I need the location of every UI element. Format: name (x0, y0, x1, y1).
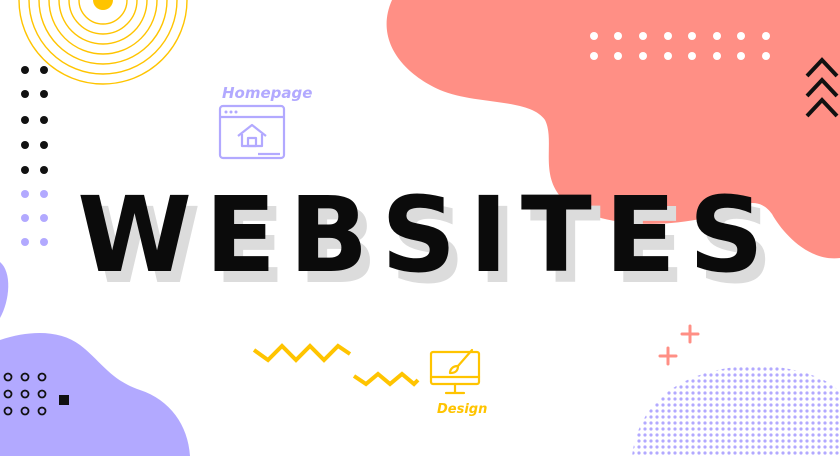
homepage-browser-icon (218, 104, 286, 160)
white-dot-grid (590, 32, 770, 60)
design-monitor-icon (429, 348, 481, 395)
plus-icons (658, 324, 700, 366)
banner-canvas: Homepage WEBSITES Design (0, 0, 840, 456)
headline: WEBSITES (77, 174, 777, 296)
ring-grid (3, 372, 69, 416)
yellow-zigzags (252, 343, 420, 387)
homepage-label: Homepage (222, 84, 313, 102)
design-label: Design (437, 402, 488, 417)
chevrons-up-icon (805, 57, 839, 118)
